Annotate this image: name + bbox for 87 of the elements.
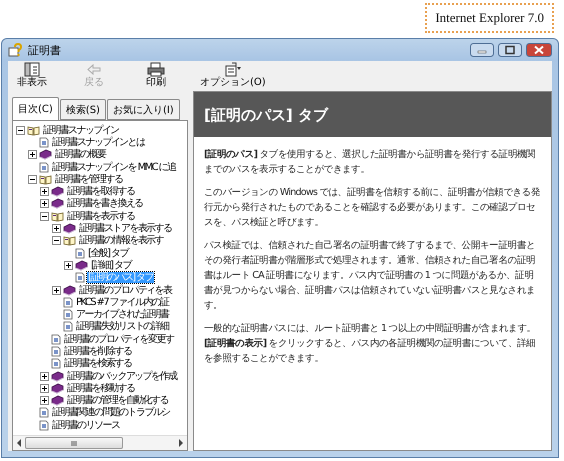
toolbar-button[interactable]: 非表示: [14, 62, 50, 89]
version-note: Internet Explorer 7.0: [425, 3, 554, 33]
tree-item[interactable]: 証明書を移動する: [66, 382, 136, 394]
window-title: 証明書: [28, 42, 61, 58]
book-icon: [51, 382, 64, 394]
tree-item[interactable]: 証明書のプロパティを変更す: [63, 334, 174, 345]
paragraph: 一般的な証明書パスには、ルート証明書と 1 つ以上の中間証明書が含まれます。[証明書の表示] をクリックすると、パス内の各証明機関の証明書について、詳細を参照することができます。: [203, 322, 537, 366]
tree-item[interactable]: 証明書の概要: [54, 149, 106, 160]
right-arrow-icon[interactable]: [178, 439, 184, 447]
page-icon: [63, 296, 73, 308]
tree-item[interactable]: 証明書スナップインを MMC に追: [51, 162, 176, 173]
tree-item[interactable]: 証明書のリソース: [51, 420, 120, 431]
page-icon: [39, 136, 49, 148]
collapse-icon[interactable]: [28, 174, 37, 184]
paragraph: [証明のパス] タブを使用すると、選択した証明書から証明書を発行する証明機関までのパスを表示することができます。: [203, 148, 536, 177]
tree-item[interactable]: PKCS #7 ファイル内の証: [75, 296, 170, 308]
tree-item[interactable]: 証明書の管理を自動化する: [66, 395, 169, 406]
page-icon: [75, 272, 85, 284]
open-book-icon: [39, 174, 52, 185]
expand-icon[interactable]: [64, 260, 73, 270]
page-icon: [51, 346, 61, 357]
tree-item[interactable]: 証明書を管理する: [54, 174, 124, 185]
toolbar-button[interactable]: 印刷: [138, 62, 174, 89]
page-icon: [39, 162, 49, 173]
tree-item[interactable]: 証明書を検索する: [63, 358, 132, 370]
page-icon: [51, 358, 61, 370]
book-icon: [39, 149, 52, 160]
page-icon: [39, 420, 49, 431]
topic-heading: [証明のパス] タブ: [194, 92, 551, 137]
options-icon: [224, 62, 242, 77]
panel-icon: [24, 62, 40, 77]
page-icon: [63, 309, 73, 320]
close-icon[interactable]: [526, 43, 552, 57]
tree-item[interactable]: 証明書を表示する: [66, 210, 136, 222]
tree-item[interactable]: [詳細] タブ: [90, 260, 132, 271]
help-icon: [8, 43, 24, 57]
collapse-icon[interactable]: [52, 236, 61, 246]
tab[interactable]: 検索(S): [60, 99, 106, 120]
page-icon: [63, 321, 73, 332]
collapse-icon[interactable]: [16, 126, 25, 135]
book-icon: [75, 260, 88, 271]
book-icon: [63, 223, 76, 234]
book-icon: [51, 186, 64, 198]
expand-icon[interactable]: [52, 224, 61, 234]
expand-icon[interactable]: [28, 150, 37, 160]
maximize-icon[interactable]: [498, 43, 522, 57]
expand-icon[interactable]: [52, 286, 61, 294]
tree-item[interactable]: 証明書を書き換える: [66, 198, 144, 210]
expand-icon[interactable]: [40, 199, 49, 208]
tree-item[interactable]: 証明書関連の問題のトラブルシ: [51, 407, 171, 418]
toolbar-button[interactable]: オプション(O): [200, 62, 266, 89]
tree-item[interactable]: 証明書スナップイン: [42, 124, 120, 136]
tree-item[interactable]: 証明書のバックアップを作成: [66, 370, 178, 382]
book-icon: [51, 395, 64, 406]
expand-icon[interactable]: [40, 187, 49, 196]
expand-icon[interactable]: [40, 372, 49, 381]
back-arrow-icon: [86, 62, 102, 77]
tree-item[interactable]: 証明書スナップインとは: [51, 136, 146, 148]
paragraph: パス検証では、信頼された自己署名の証明書で終了するまで、公開キー証明書とその発行者証明書が階層形式で処理されます。通常、信頼された自己署名の証明書はルート CA 証明書になります。パス内で証明書の 1 つに問題があるか、証明書が見つからない場合、証明書パスは信頼されていない証明書パスと見なされます。: [203, 239, 536, 313]
horizontal-scrollbar[interactable]: [13, 435, 187, 450]
open-book-icon: [27, 124, 40, 136]
book-icon: [63, 284, 76, 296]
tree-item[interactable]: 証明書を削除する: [63, 346, 132, 357]
page-icon: [51, 334, 61, 345]
collapse-icon[interactable]: [40, 212, 49, 221]
tree-item[interactable]: アーカイブされた証明書: [75, 309, 170, 320]
tree-item[interactable]: 証明書の情報を表示す: [78, 235, 164, 246]
printer-icon: [147, 62, 165, 77]
tab[interactable]: 目次(C): [12, 97, 59, 120]
expand-icon[interactable]: [40, 384, 49, 393]
book-icon: [51, 198, 64, 210]
expand-icon[interactable]: [40, 396, 49, 406]
tree-item[interactable]: 証明書のプロパティを表: [78, 284, 172, 296]
paragraph: このバージョンの Windows では、証明書を信頼する前に、証明書が信頼できる発行元から発行されたものであることを確認する必要があります。この確認プロセスを、パス検証と呼びます。: [203, 186, 542, 230]
tree-item[interactable]: 証明書失効リストの詳細: [75, 321, 170, 332]
tree-item[interactable]: 証明書ストアを表示する: [78, 223, 172, 234]
tree-item[interactable]: 証明書を取得する: [66, 186, 136, 198]
tab[interactable]: お気に入り(I): [106, 99, 180, 120]
open-book-icon: [63, 235, 76, 246]
left-arrow-icon[interactable]: [16, 439, 22, 447]
tree-item[interactable]: [全般] タブ: [87, 248, 129, 259]
page-icon: [39, 407, 49, 418]
open-book-icon: [51, 210, 64, 222]
minimize-icon[interactable]: [470, 43, 494, 57]
book-icon: [51, 370, 64, 382]
scrollbar-thumb[interactable]: [25, 437, 123, 449]
page-icon: [75, 248, 85, 259]
